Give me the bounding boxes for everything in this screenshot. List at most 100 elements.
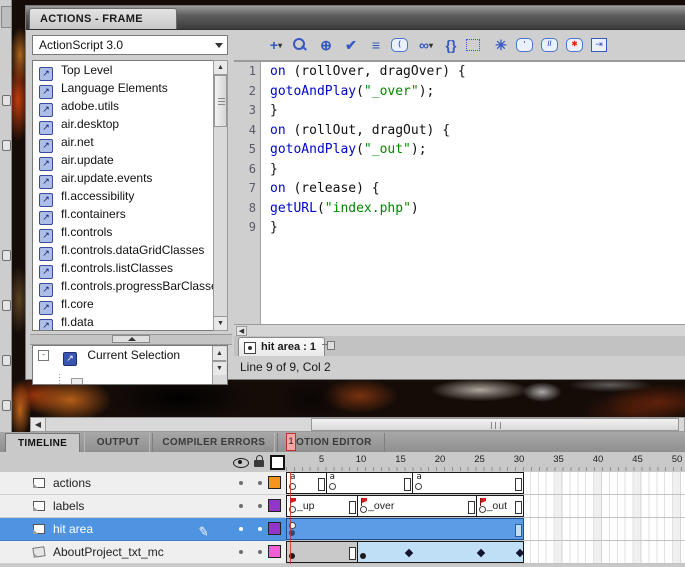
scroll-left-arrow-icon[interactable]: ◀ <box>236 326 247 336</box>
tools-panel-partial[interactable] <box>0 0 12 432</box>
frame-span[interactable]: a <box>325 472 414 494</box>
code-line[interactable]: 7 on (release) { <box>234 179 685 199</box>
tree-item-current-selection[interactable]: - ↗ Current Selection <box>33 346 227 366</box>
timeline-layer-row[interactable]: labels _up _over _out <box>0 495 685 518</box>
code-line[interactable]: 8 getURL("index.php") <box>234 199 685 219</box>
tool-icon-partial[interactable] <box>2 140 11 151</box>
layer-lock-dot[interactable] <box>258 504 262 508</box>
tab-compiler-errors[interactable]: COMPILER ERRORS <box>149 433 279 452</box>
layer-outline-color-swatch[interactable] <box>268 499 281 512</box>
timeline-layer-row[interactable]: hit area ✎ <box>0 518 685 541</box>
auto-format-icon[interactable]: ≡ <box>366 36 386 54</box>
frame-span[interactable]: a <box>412 472 524 494</box>
tool-icon-partial[interactable] <box>2 300 11 311</box>
class-list-item[interactable]: ↗ fl.controls <box>33 223 227 243</box>
layer-visibility-dot[interactable] <box>239 527 243 531</box>
panel-splitter[interactable] <box>30 334 232 345</box>
scroll-left-arrow-icon[interactable]: ◀ <box>31 418 46 431</box>
apply-block-comment-icon[interactable]: ' <box>516 38 533 52</box>
debug-options-icon[interactable]: ∞▾ <box>416 36 436 54</box>
class-list-item[interactable]: ↗ adobe.utils <box>33 97 227 117</box>
frame-span[interactable]: _out <box>475 495 524 517</box>
class-list-scrollbar[interactable]: ▲ ▼ <box>213 60 228 331</box>
tool-button-partial[interactable] <box>1 6 12 28</box>
tool-icon-partial[interactable] <box>2 355 11 366</box>
code-line[interactable]: 2 gotoAndPlay("_over"); <box>234 82 685 102</box>
timeline-layer-row[interactable]: AboutProject_txt_mc <box>0 541 685 564</box>
scrollbar-thumb[interactable] <box>311 418 679 431</box>
tab-actions-frame[interactable]: ACTIONS - FRAME <box>29 8 177 29</box>
layer-frames[interactable] <box>286 541 685 564</box>
show-all-layers-as-outlines-icon[interactable] <box>270 455 285 470</box>
code-line[interactable]: 5 gotoAndPlay("_out"); <box>234 140 685 160</box>
scroll-down-arrow-icon[interactable]: ▼ <box>214 316 227 330</box>
layer-name-cell[interactable]: hit area ✎ <box>0 518 286 541</box>
show-code-hint-icon[interactable]: ( <box>391 38 408 52</box>
class-list-item[interactable]: ↗ air.net <box>33 133 227 153</box>
class-list-item[interactable]: ↗ fl.controls.listClasses <box>33 259 227 279</box>
scrollbar-thumb[interactable] <box>214 75 227 127</box>
actionscript-version-dropdown[interactable]: ActionScript 3.0 <box>32 35 228 55</box>
check-syntax-icon[interactable]: ✔ <box>341 36 361 54</box>
code-line[interactable]: 9} <box>234 218 685 238</box>
tool-icon-partial[interactable] <box>2 95 11 106</box>
layer-frames[interactable]: aaa <box>286 472 685 495</box>
show-hide-all-layers-icon[interactable] <box>233 458 249 468</box>
layer-name-cell[interactable]: actions <box>0 472 286 495</box>
class-list-item[interactable]: ↗ fl.core <box>33 295 227 315</box>
frame-span[interactable]: a <box>286 472 327 494</box>
expand-all-icon[interactable]: ✳ <box>491 36 511 54</box>
layer-name-cell[interactable]: AboutProject_txt_mc <box>0 541 286 564</box>
stage-horizontal-scrollbar[interactable]: ◀ <box>30 417 685 432</box>
layer-lock-dot[interactable] <box>258 527 262 531</box>
layer-lock-dot[interactable] <box>258 550 262 554</box>
frame-span[interactable] <box>286 541 359 563</box>
tool-icon-partial[interactable] <box>2 400 11 411</box>
splitter-collapse-button[interactable] <box>112 335 150 343</box>
show-hide-toolbox-icon[interactable]: ⇥ <box>591 38 607 52</box>
frame-span[interactable]: _over <box>357 495 477 517</box>
layer-outline-color-swatch[interactable] <box>268 476 281 489</box>
tool-icon-partial[interactable] <box>2 250 11 261</box>
code-line[interactable]: 1 on (rollOver, dragOver) { <box>234 62 685 82</box>
lock-unlock-all-layers-icon[interactable] <box>254 455 265 468</box>
class-list-item[interactable]: ↗ fl.accessibility <box>33 187 227 207</box>
frame-span[interactable] <box>357 541 525 563</box>
layer-visibility-dot[interactable] <box>239 481 243 485</box>
remove-comment-icon[interactable]: ✱ <box>566 38 583 52</box>
insert-target-path-icon[interactable]: ⊕ <box>316 36 336 54</box>
class-list-item[interactable]: ↗ fl.controls.dataGridClasses <box>33 241 227 261</box>
layer-name-cell[interactable]: labels <box>0 495 286 518</box>
scroll-up-arrow-icon[interactable]: ▲ <box>214 61 227 75</box>
scroll-down-arrow-icon[interactable]: ▼ <box>213 361 226 375</box>
collapse-between-braces-icon[interactable]: {} <box>441 36 461 54</box>
frame-ruler[interactable]: 5 10 15 20 25 30 35 40 45 50 <box>286 452 685 471</box>
collapse-selection-icon[interactable] <box>466 39 480 51</box>
layer-frames[interactable] <box>286 518 685 541</box>
class-list-item[interactable]: ↗ air.update <box>33 151 227 171</box>
layer-outline-color-swatch[interactable] <box>268 522 281 535</box>
class-list-item[interactable]: ↗ air.update.events <box>33 169 227 189</box>
code-line[interactable]: 3} <box>234 101 685 121</box>
class-list-item[interactable]: ↗ fl.controls.progressBarClasses <box>33 277 227 297</box>
layer-outline-color-swatch[interactable] <box>268 545 281 558</box>
add-item-icon[interactable]: +▾ <box>266 36 286 54</box>
tree-scrollbar[interactable]: ▲ ▼ <box>212 346 227 384</box>
pin-script-icon[interactable] <box>322 341 335 351</box>
class-list-item[interactable]: ↗ Language Elements <box>33 79 227 99</box>
frame-span[interactable] <box>286 518 524 540</box>
layer-frames[interactable]: _up _over _out <box>286 495 685 518</box>
layer-lock-dot[interactable] <box>258 481 262 485</box>
layer-visibility-dot[interactable] <box>239 504 243 508</box>
class-list-item[interactable]: ↗ fl.data <box>33 313 227 330</box>
playhead[interactable]: 1 <box>286 433 296 451</box>
frame-span[interactable]: _up <box>286 495 359 517</box>
timeline-layer-row[interactable]: actions a a a <box>0 472 685 495</box>
code-line[interactable]: 6} <box>234 160 685 180</box>
class-list-item[interactable]: ↗ fl.containers <box>33 205 227 225</box>
script-editor[interactable]: 1 on (rollOver, dragOver) {2 gotoAndPlay("… <box>234 61 685 325</box>
script-tab-hit-area[interactable]: hit area : 1 <box>238 337 326 357</box>
apply-line-comment-icon[interactable]: // <box>541 38 558 52</box>
layer-visibility-dot[interactable] <box>239 550 243 554</box>
tab-output[interactable]: OUTPUT <box>83 433 153 452</box>
